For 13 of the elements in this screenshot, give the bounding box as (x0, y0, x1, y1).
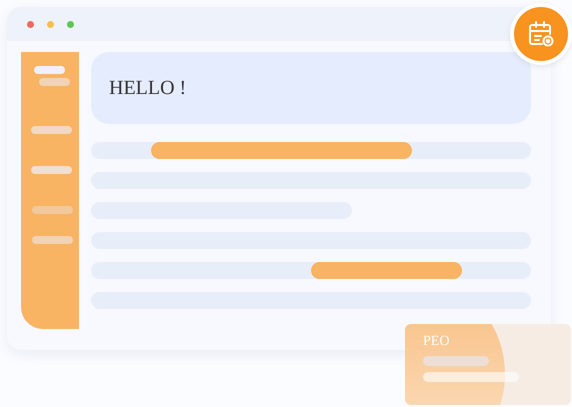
sidebar-placeholder-line (32, 236, 73, 244)
calendar-gear-icon (526, 19, 556, 49)
sidebar-placeholder-line (34, 66, 65, 74)
maximize-dot-icon (67, 20, 74, 28)
sidebar-placeholder-line (31, 126, 72, 134)
close-dot-icon (27, 20, 34, 28)
sidebar-placeholder-line (32, 206, 73, 214)
greeting-card: HELLO ! (91, 52, 531, 124)
profile-label: PEO (423, 334, 450, 350)
sidebar-placeholder-line (31, 166, 72, 174)
minimize-dot-icon (47, 20, 54, 28)
placeholder-line (423, 356, 489, 366)
sidebar-placeholder-line (39, 78, 70, 86)
